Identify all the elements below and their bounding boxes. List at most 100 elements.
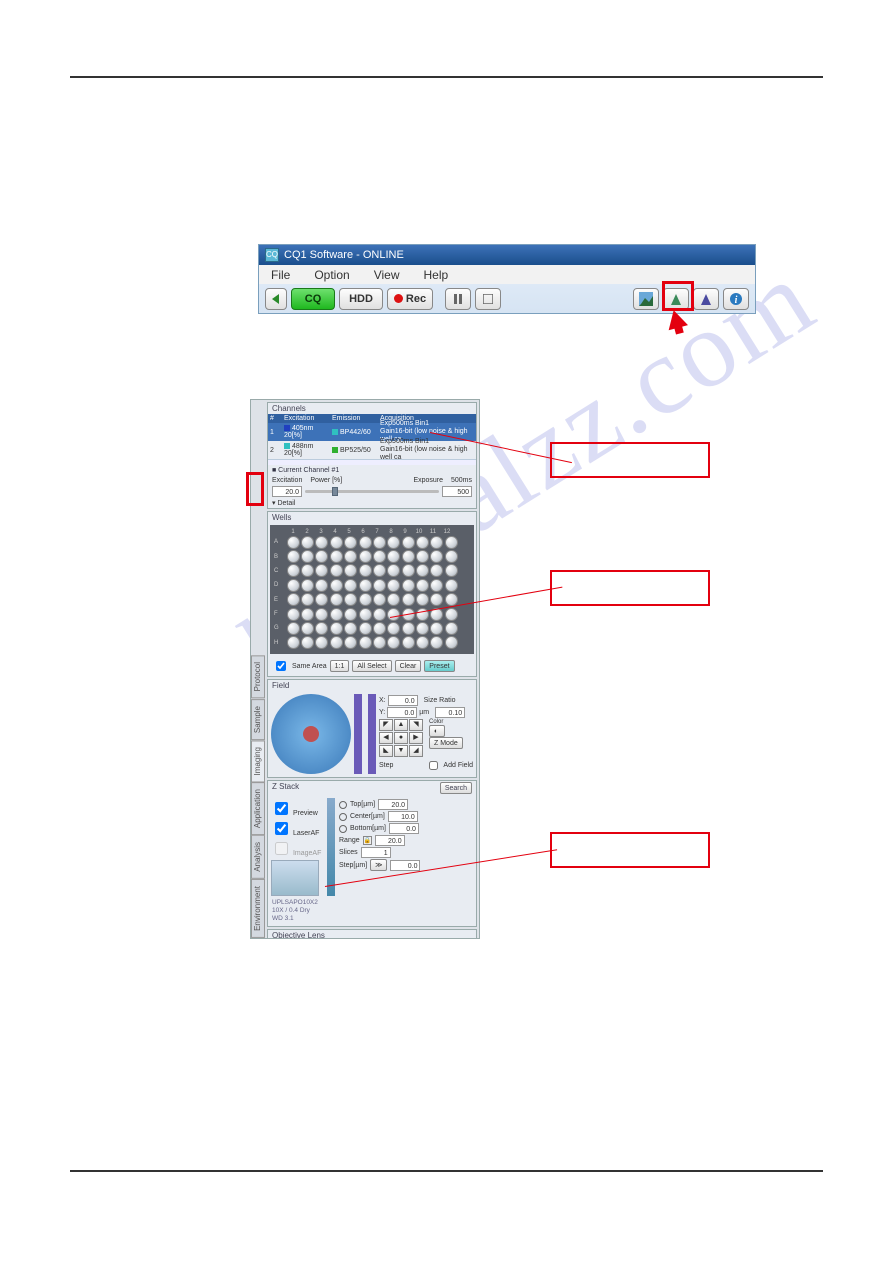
well-cell[interactable] <box>359 593 372 606</box>
well-cell[interactable] <box>287 564 300 577</box>
nudge-right[interactable]: ▶ <box>409 732 423 744</box>
center-input[interactable]: 10.0 <box>388 811 418 822</box>
nudge-dl[interactable]: ◣ <box>379 745 393 757</box>
well-cell[interactable] <box>344 593 357 606</box>
step-dir-button[interactable]: ≫ <box>370 859 387 871</box>
nudge-ul[interactable]: ◤ <box>379 719 393 731</box>
well-cell[interactable] <box>344 564 357 577</box>
well-cell[interactable] <box>373 536 386 549</box>
well-cell[interactable] <box>402 579 415 592</box>
well-cell[interactable] <box>315 622 328 635</box>
bottom-input[interactable]: 0.0 <box>389 823 419 834</box>
well-cell[interactable] <box>373 636 386 649</box>
well-cell[interactable] <box>387 622 400 635</box>
well-cell[interactable] <box>287 579 300 592</box>
add-field-check[interactable] <box>429 761 438 770</box>
well-cell[interactable] <box>359 622 372 635</box>
well-cell[interactable] <box>301 622 314 635</box>
well-cell[interactable] <box>387 579 400 592</box>
tab-sample[interactable]: Sample <box>251 699 265 740</box>
well-cell[interactable] <box>344 536 357 549</box>
well-cell[interactable] <box>373 593 386 606</box>
nudge-left[interactable]: ◀ <box>379 732 393 744</box>
well-cell[interactable] <box>416 636 429 649</box>
pause-button[interactable] <box>445 288 471 310</box>
well-cell[interactable] <box>430 579 443 592</box>
well-cell[interactable] <box>315 608 328 621</box>
well-cell[interactable] <box>315 536 328 549</box>
well-cell[interactable] <box>387 564 400 577</box>
nudge-up[interactable]: ▲ <box>394 719 408 731</box>
well-cell[interactable] <box>330 536 343 549</box>
well-cell[interactable] <box>402 564 415 577</box>
size-ratio-input[interactable]: 0.10 <box>435 707 465 718</box>
nudge-dr[interactable]: ◢ <box>409 745 423 757</box>
same-area-check[interactable] <box>276 661 286 671</box>
well-cell[interactable] <box>315 636 328 649</box>
color-button[interactable]: ◐ <box>429 725 445 737</box>
well-cell[interactable] <box>387 550 400 563</box>
well-cell[interactable] <box>359 564 372 577</box>
well-cell[interactable] <box>344 550 357 563</box>
well-cell[interactable] <box>416 622 429 635</box>
top-input[interactable]: 20.0 <box>378 799 408 810</box>
well-cell[interactable] <box>344 622 357 635</box>
chart-view-button[interactable] <box>633 288 659 310</box>
well-cell[interactable] <box>301 564 314 577</box>
well-cell[interactable] <box>402 593 415 606</box>
well-cell[interactable] <box>416 593 429 606</box>
info-button[interactable]: i <box>723 288 749 310</box>
x-input[interactable]: 0.0 <box>388 695 418 706</box>
histogram-button-2[interactable] <box>693 288 719 310</box>
well-cell[interactable] <box>330 636 343 649</box>
well-cell[interactable] <box>359 579 372 592</box>
nudge-center[interactable]: ● <box>394 732 408 744</box>
well-cell[interactable] <box>301 593 314 606</box>
well-cell[interactable] <box>373 550 386 563</box>
well-cell[interactable] <box>402 550 415 563</box>
well-cell[interactable] <box>330 564 343 577</box>
well-cell[interactable] <box>416 579 429 592</box>
nudge-ur[interactable]: ◥ <box>409 719 423 731</box>
well-cell[interactable] <box>373 579 386 592</box>
well-cell[interactable] <box>287 608 300 621</box>
well-cell[interactable] <box>287 636 300 649</box>
well-cell[interactable] <box>387 608 400 621</box>
range-input[interactable]: 20.0 <box>375 835 405 846</box>
well-cell[interactable] <box>445 536 458 549</box>
well-cell[interactable] <box>402 622 415 635</box>
well-cell[interactable] <box>387 636 400 649</box>
well-cell[interactable] <box>445 608 458 621</box>
z-mode-button[interactable]: Z Mode <box>429 737 463 749</box>
preset-button[interactable]: Preset <box>424 660 454 672</box>
well-cell[interactable] <box>430 593 443 606</box>
well-cell[interactable] <box>330 593 343 606</box>
preview-check[interactable] <box>275 802 288 815</box>
well-cell[interactable] <box>373 622 386 635</box>
well-cell[interactable] <box>287 622 300 635</box>
well-cell[interactable] <box>301 550 314 563</box>
well-cell[interactable] <box>287 593 300 606</box>
well-cell[interactable] <box>315 564 328 577</box>
well-cell[interactable] <box>315 550 328 563</box>
well-cell[interactable] <box>359 536 372 549</box>
range-lock-icon[interactable]: 🔒 <box>363 836 372 845</box>
y-input[interactable]: 0.0 <box>387 707 417 718</box>
search-button[interactable]: Search <box>440 782 472 794</box>
exposure-slider[interactable] <box>305 490 439 493</box>
well-cell[interactable] <box>445 564 458 577</box>
well-cell[interactable] <box>287 536 300 549</box>
field-view[interactable] <box>271 694 351 774</box>
menu-file[interactable]: File <box>259 268 302 282</box>
well-cell[interactable] <box>445 550 458 563</box>
well-cell[interactable] <box>430 636 443 649</box>
well-cell[interactable] <box>430 622 443 635</box>
slider-knob[interactable] <box>332 487 338 496</box>
well-cell[interactable] <box>430 536 443 549</box>
well-cell[interactable] <box>344 579 357 592</box>
nudge-down[interactable]: ▼ <box>394 745 408 757</box>
back-button[interactable] <box>265 288 287 310</box>
well-cell[interactable] <box>416 536 429 549</box>
well-cell[interactable] <box>402 636 415 649</box>
well-cell[interactable] <box>359 608 372 621</box>
